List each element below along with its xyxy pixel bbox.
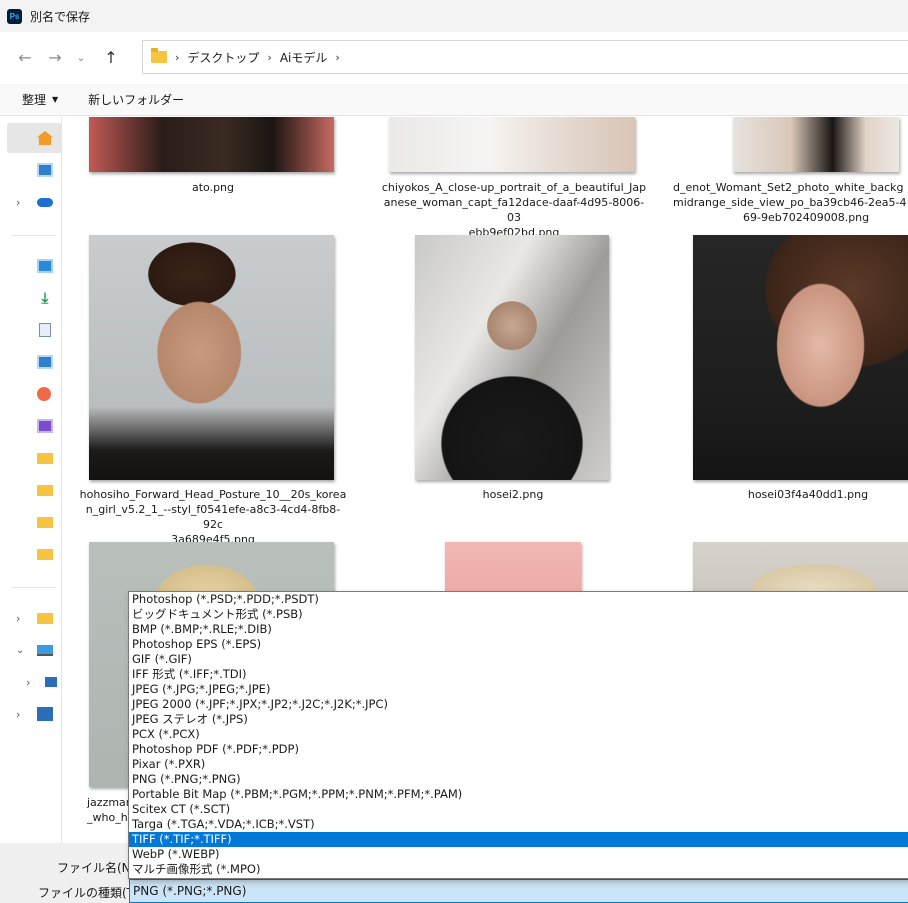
home-icon — [37, 131, 53, 145]
folder-icon — [37, 452, 53, 464]
file-name[interactable]: hohosiho_Forward_Head_Posture_10__20s_ko… — [78, 487, 348, 547]
nav-item-folder-4[interactable] — [0, 539, 61, 569]
computer-icon — [37, 644, 53, 656]
filetype-option[interactable]: Photoshop EPS (*.EPS) — [129, 637, 908, 652]
forward-arrow-icon[interactable]: → — [40, 42, 70, 72]
breadcrumb-ai-model[interactable]: Aiモデル — [280, 49, 328, 66]
thumbnail-ato[interactable] — [89, 117, 334, 172]
picture-icon — [37, 355, 53, 369]
chevron-right-icon[interactable]: › — [16, 708, 20, 721]
filetype-option[interactable]: Pixar (*.PXR) — [129, 757, 908, 772]
navigation-bar: ← → ⌄ ↑ › デスクトップ › Aiモデル › — [0, 38, 908, 76]
filetype-option[interactable]: BMP (*.BMP;*.RLE;*.DIB) — [129, 622, 908, 637]
new-folder-button[interactable]: 新しいフォルダー — [88, 91, 184, 108]
caret-down-icon: ▼ — [52, 95, 59, 104]
folder-icon — [151, 48, 167, 63]
filetype-option-highlighted[interactable]: TIFF (*.TIF;*.TIFF) — [129, 832, 908, 847]
filetype-label: ファイルの種類(T): — [38, 886, 143, 900]
filetype-option[interactable]: PNG (*.PNG;*.PNG) — [129, 772, 908, 787]
filetype-select[interactable]: PNG (*.PNG;*.PNG) — [129, 879, 908, 903]
back-arrow-icon[interactable]: ← — [10, 42, 40, 72]
filetype-option[interactable]: Photoshop (*.PSD;*.PDD;*.PSDT) — [129, 592, 908, 607]
chevron-right-icon: › — [335, 50, 340, 64]
folder-icon — [37, 548, 53, 560]
nav-item-gallery[interactable] — [0, 155, 61, 185]
filetype-option[interactable]: JPEG 2000 (*.JPF;*.JPX;*.JP2;*.J2C;*.J2K… — [129, 697, 908, 712]
folder-icon — [37, 516, 53, 528]
filetype-option[interactable]: IFF 形式 (*.IFF;*.TDI) — [129, 667, 908, 682]
nav-item-videos[interactable] — [0, 411, 61, 441]
window-title: 別名で保存 — [30, 9, 91, 24]
nav-item-network[interactable]: › — [0, 699, 61, 729]
folder-icon — [37, 612, 53, 624]
network-icon — [37, 707, 53, 721]
filetype-dropdown-list: Photoshop (*.PSD;*.PDD;*.PSDT) ビッグドキュメント… — [128, 591, 908, 879]
save-as-dialog: Ps 別名で保存 ← → ⌄ ↑ › デスクトップ › Aiモデル › 整理 ▼… — [0, 0, 908, 903]
drive-icon — [45, 677, 57, 687]
filetype-option[interactable]: マルチ画像形式 (*.MPO) — [129, 862, 908, 877]
gallery-icon — [37, 163, 53, 177]
folder-icon — [37, 484, 53, 496]
chevron-right-icon: › — [267, 50, 272, 64]
up-arrow-icon[interactable]: ↑ — [96, 42, 126, 72]
filetype-option[interactable]: Portable Bit Map (*.PBM;*.PGM;*.PPM;*.PN… — [129, 787, 908, 802]
nav-item-desktop[interactable] — [0, 251, 61, 281]
video-icon — [37, 419, 53, 433]
document-icon — [39, 323, 51, 337]
nav-item-downloads[interactable]: ⤓ — [0, 283, 61, 313]
chevron-down-icon[interactable]: ⌄ — [16, 645, 24, 656]
filetype-option[interactable]: WebP (*.WEBP) — [129, 847, 908, 862]
chevron-right-icon[interactable]: › — [16, 612, 20, 625]
nav-item-onedrive[interactable]: › — [0, 187, 61, 217]
filetype-option[interactable]: Photoshop PDF (*.PDF;*.PDP) — [129, 742, 908, 757]
filetype-option[interactable]: JPEG ステレオ (*.JPS) — [129, 712, 908, 727]
nav-item-pc[interactable]: ⌄ — [0, 635, 61, 665]
photoshop-icon: Ps — [7, 8, 22, 24]
file-name[interactable]: d_enot_Womant_Set2_photo_white_backg mid… — [673, 180, 908, 225]
nav-item-pictures[interactable] — [0, 347, 61, 377]
nav-item-drive[interactable]: › — [0, 667, 61, 697]
command-toolbar: 整理 ▼ 新しいフォルダー — [0, 84, 908, 116]
filetype-option[interactable]: GIF (*.GIF) — [129, 652, 908, 667]
nav-item-folder-1[interactable] — [0, 443, 61, 473]
nav-item-folder-5[interactable]: › — [0, 603, 61, 633]
nav-item-documents[interactable] — [0, 315, 61, 345]
file-name[interactable]: hosei03f4a40dd1.png — [673, 487, 908, 502]
thumbnail-hosei2[interactable] — [415, 235, 609, 480]
navigation-pane: › ⤓ › ⌄ › › — [0, 117, 62, 843]
title-bar: Ps 別名で保存 — [0, 0, 908, 32]
nav-item-home[interactable] — [7, 123, 61, 153]
file-name[interactable]: ato.png — [78, 180, 348, 195]
thumbnail-chiyokos[interactable] — [389, 117, 635, 172]
breadcrumb-desktop[interactable]: デスクトップ — [187, 49, 259, 66]
music-icon — [37, 387, 51, 401]
filetype-option[interactable]: ビッグドキュメント形式 (*.PSB) — [129, 607, 908, 622]
file-name[interactable]: hosei2.png — [378, 487, 648, 502]
thumbnail-hohosiho[interactable] — [89, 235, 334, 480]
divider — [12, 235, 56, 236]
nav-item-folder-3[interactable] — [0, 507, 61, 537]
thumbnail-hosei03[interactable] — [693, 235, 908, 480]
filetype-option[interactable]: Targa (*.TGA;*.VDA;*.ICB;*.VST) — [129, 817, 908, 832]
filetype-option[interactable]: JPEG (*.JPG;*.JPEG;*.JPE) — [129, 682, 908, 697]
filetype-option[interactable]: PCX (*.PCX) — [129, 727, 908, 742]
download-icon: ⤓ — [41, 289, 49, 307]
recent-chevron-down-icon[interactable]: ⌄ — [70, 42, 92, 72]
chevron-right-icon: › — [175, 50, 180, 64]
cloud-icon — [37, 197, 53, 207]
file-name[interactable]: chiyokos_A_close-up_portrait_of_a_beauti… — [379, 180, 649, 240]
thumbnail-d-enot[interactable] — [733, 117, 899, 172]
desktop-icon — [37, 259, 53, 273]
nav-item-music[interactable] — [0, 379, 61, 409]
filetype-option[interactable]: Scitex CT (*.SCT) — [129, 802, 908, 817]
chevron-right-icon[interactable]: › — [16, 196, 20, 209]
organize-button[interactable]: 整理 — [22, 91, 46, 108]
divider — [12, 587, 56, 588]
address-bar[interactable]: › デスクトップ › Aiモデル › — [142, 40, 908, 74]
chevron-right-icon[interactable]: › — [26, 676, 30, 689]
nav-item-folder-2[interactable] — [0, 475, 61, 505]
